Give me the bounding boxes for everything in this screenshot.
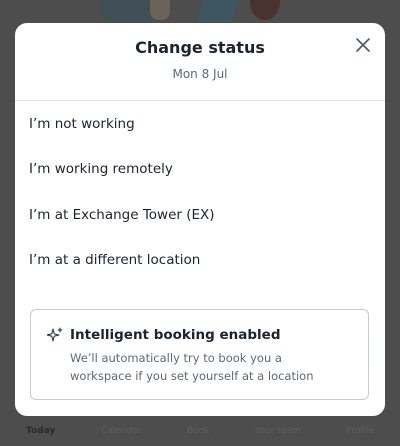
option-exchange-tower[interactable]: I’m at Exchange Tower (EX) [15,192,385,238]
sparkle-icon [47,327,63,342]
bottom-tab-bar: Today Calendar Book Your team Profile [0,416,400,446]
option-label: I’m at Exchange Tower (EX) [29,206,215,223]
close-button[interactable] [351,33,375,57]
change-status-dialog: Change status Mon 8 Jul I’m not working … [15,23,385,416]
option-label: I’m not working [29,115,135,132]
booking-desc-line-2: workspace if you set yourself at a locat… [70,369,314,383]
tab-your-team[interactable]: Your team [255,426,300,436]
dialog-date: Mon 8 Jul [172,67,228,81]
booking-description: We’ll automatically try to book you a wo… [70,349,352,385]
booking-desc-line-1: We’ll automatically try to book you a [70,351,282,365]
option-label: I’m at a different location [29,252,201,269]
dialog-header: Change status Mon 8 Jul [15,23,385,101]
intelligent-booking-card: Intelligent booking enabled We’ll automa… [30,309,369,400]
status-options-list: I’m not working I’m working remotely I’m… [15,101,385,283]
option-different-location[interactable]: I’m at a different location [15,238,385,284]
tab-book[interactable]: Book [187,426,209,436]
tab-profile[interactable]: Profile [346,426,374,436]
close-icon [356,38,370,52]
tab-today[interactable]: Today [26,426,55,436]
app-screen: Today Calendar Book Your team Profile Ch… [0,0,400,446]
option-not-working[interactable]: I’m not working [15,101,385,147]
dialog-title: Change status [135,38,265,57]
tab-calendar[interactable]: Calendar [101,426,141,436]
booking-card-header: Intelligent booking enabled [47,327,352,343]
booking-title: Intelligent booking enabled [70,327,281,343]
option-label: I’m working remotely [29,161,173,178]
option-working-remotely[interactable]: I’m working remotely [15,147,385,193]
